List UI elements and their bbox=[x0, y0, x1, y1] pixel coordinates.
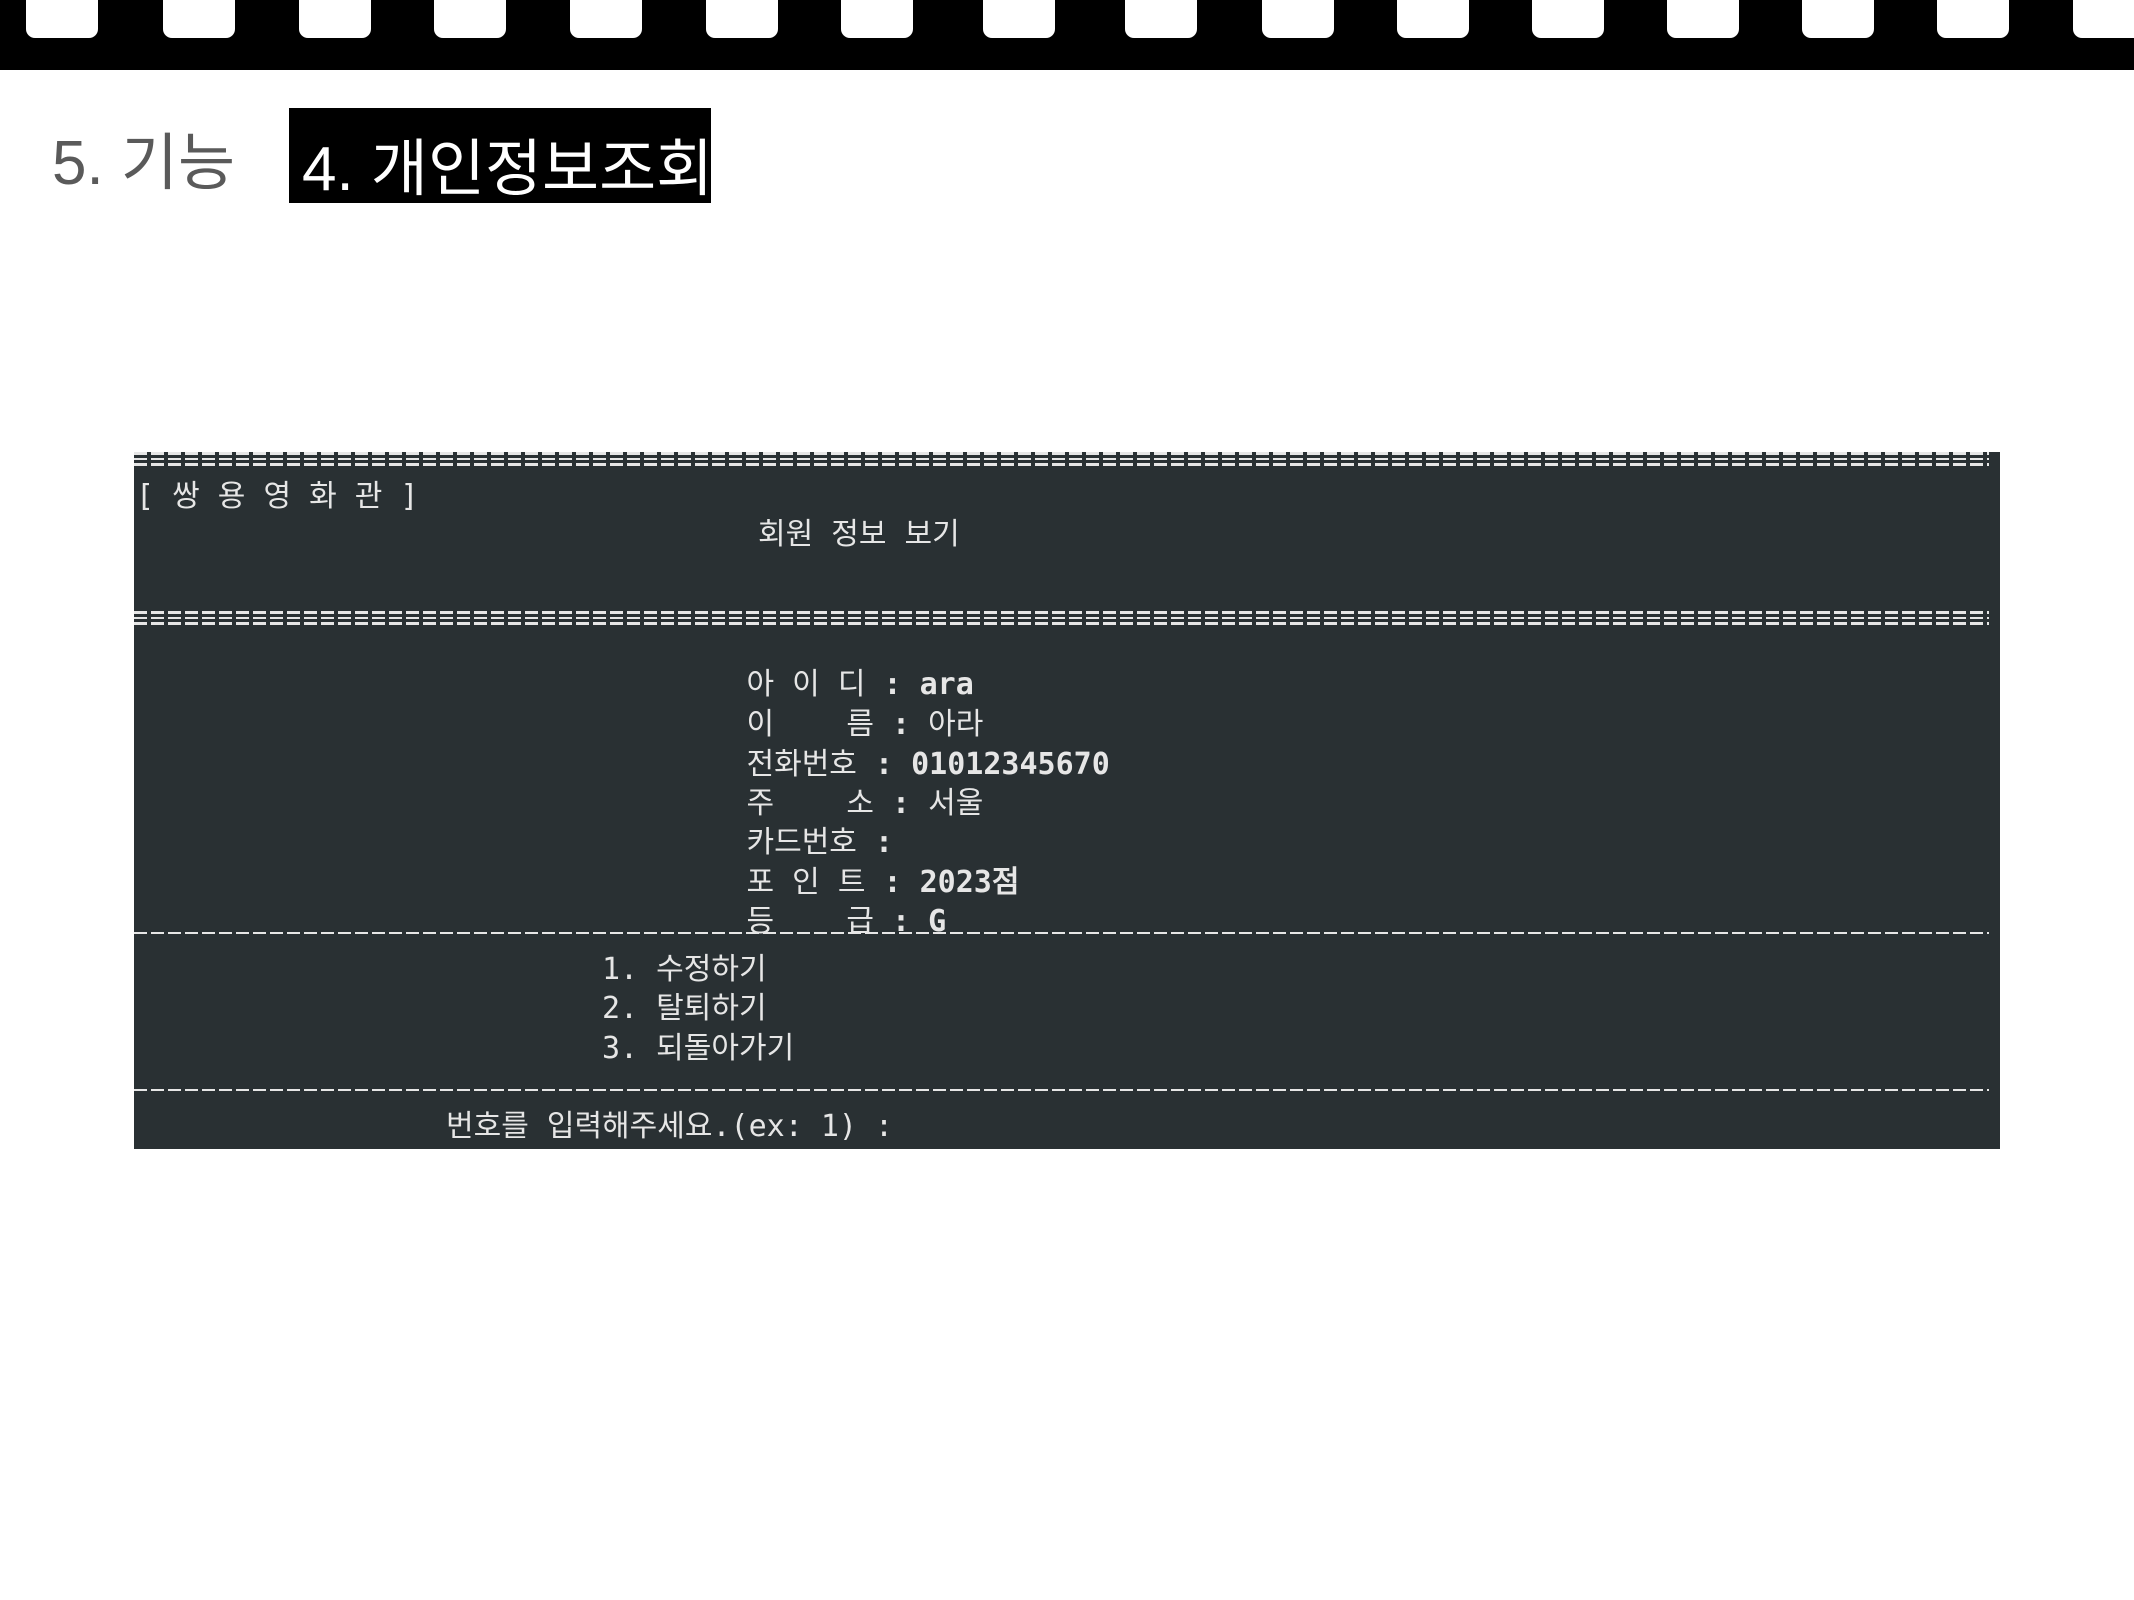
double-rule-top bbox=[134, 452, 1989, 466]
film-strip-bar bbox=[0, 0, 2134, 70]
title-box: 4. 개인정보조회 bbox=[289, 108, 713, 204]
sprocket-hole bbox=[1125, 0, 1197, 38]
sprocket-hole bbox=[26, 0, 98, 38]
dashed-rule-2 bbox=[134, 1089, 1989, 1091]
sprocket-hole bbox=[163, 0, 235, 38]
sprocket-hole bbox=[706, 0, 778, 38]
slide: 5. 기능 4. 개인정보조회 [ 쌍 용 영 화 관 ] 회원 정보 보기 아… bbox=[0, 0, 2134, 1600]
input-prompt: 번호를 입력해주세요.(ex: 1) : bbox=[446, 1109, 894, 1144]
sprocket-hole bbox=[1667, 0, 1739, 38]
sprocket-hole bbox=[983, 0, 1055, 38]
menu-item-withdraw: 2. 탈퇴하기 bbox=[602, 991, 767, 1026]
sprocket-hole bbox=[2073, 0, 2134, 38]
sprocket-hole bbox=[299, 0, 371, 38]
page-title: 4. 개인정보조회 bbox=[302, 135, 714, 204]
sprocket-hole bbox=[570, 0, 642, 38]
menu-item-edit: 1. 수정하기 bbox=[602, 952, 767, 987]
sprocket-hole bbox=[1802, 0, 1874, 38]
double-rule-mid bbox=[134, 611, 1989, 625]
sprocket-hole bbox=[434, 0, 506, 38]
sprocket-hole bbox=[1397, 0, 1469, 38]
dashed-rule-1 bbox=[134, 932, 1989, 934]
sprocket-hole bbox=[841, 0, 913, 38]
sprocket-hole bbox=[1532, 0, 1604, 38]
brand-label: [ 쌍 용 영 화 관 ] bbox=[136, 479, 419, 514]
sprocket-hole bbox=[1937, 0, 2009, 38]
sprocket-hole bbox=[1262, 0, 1334, 38]
screen-title: 회원 정보 보기 bbox=[758, 517, 960, 552]
field-value: 서울 bbox=[928, 786, 984, 821]
section-label: 5. 기능 bbox=[52, 129, 236, 198]
menu-item-back: 3. 되돌아가기 bbox=[602, 1031, 795, 1066]
terminal-window: [ 쌍 용 영 화 관 ] 회원 정보 보기 아 이 디 : ara 이 름 :… bbox=[134, 452, 2000, 1149]
